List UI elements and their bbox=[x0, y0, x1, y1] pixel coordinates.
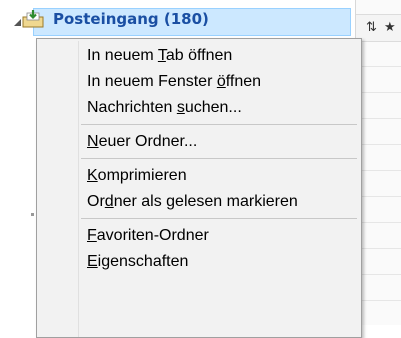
tree-marker bbox=[31, 213, 34, 216]
expand-triangle-icon[interactable] bbox=[14, 19, 21, 26]
column-header-bar: ⇅ ★ bbox=[356, 14, 401, 42]
menu-item-komprimieren[interactable]: Komprimieren bbox=[87, 163, 187, 189]
row-divider bbox=[356, 196, 401, 197]
thread-column-icon[interactable]: ⇅ bbox=[366, 21, 377, 34]
menu-item-in-neuem-tab-oeffnen[interactable]: In neuem Tab öffnen bbox=[87, 43, 232, 69]
inbox-icon bbox=[22, 10, 44, 28]
menu-separator bbox=[81, 158, 357, 159]
star-column-icon[interactable]: ★ bbox=[384, 21, 396, 34]
row-divider bbox=[356, 66, 401, 67]
menu-item-favoriten-ordner[interactable]: Favoriten-Ordner bbox=[87, 223, 209, 249]
row-divider bbox=[356, 92, 401, 93]
menu-item-eigenschaften[interactable]: Eigenschaften bbox=[87, 249, 188, 275]
menu-separator bbox=[81, 124, 357, 125]
menu-item-nachrichten-suchen[interactable]: Nachrichten suchen... bbox=[87, 95, 242, 121]
menu-item-neuer-ordner[interactable]: Neuer Ordner... bbox=[87, 129, 197, 155]
menu-item-ordner-als-gelesen-markieren[interactable]: Ordner als gelesen markieren bbox=[87, 189, 298, 215]
menu-item-in-neuem-fenster-oeffnen[interactable]: In neuem Fenster öffnen bbox=[87, 69, 261, 95]
row-divider bbox=[356, 118, 401, 119]
row-divider bbox=[356, 144, 401, 145]
row-divider bbox=[356, 274, 401, 275]
row-divider bbox=[356, 248, 401, 249]
menu-separator bbox=[81, 218, 357, 219]
folder-label-inbox[interactable]: Posteingang (180) bbox=[53, 10, 209, 28]
folder-context-menu: In neuem Tab öffnen In neuem Fenster öffn… bbox=[36, 38, 362, 338]
row-divider bbox=[356, 300, 401, 301]
menu-icon-gutter bbox=[78, 41, 79, 337]
row-divider bbox=[356, 222, 401, 223]
row-divider bbox=[356, 170, 401, 171]
